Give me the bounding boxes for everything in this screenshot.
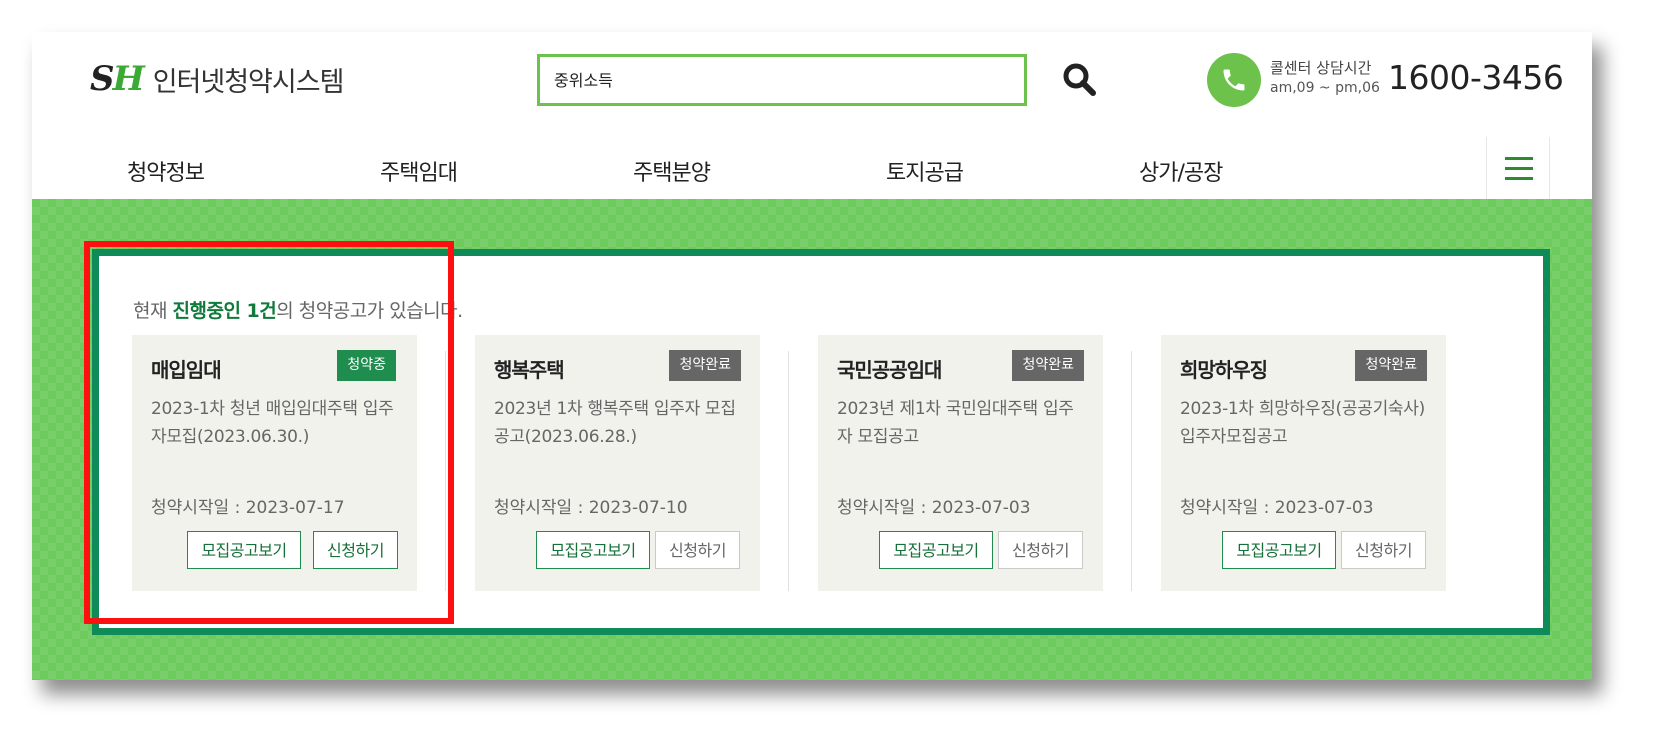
apply-button[interactable]: 신청하기	[655, 531, 740, 569]
search-icon	[1063, 63, 1096, 96]
status-badge: 청약완료	[669, 350, 741, 381]
notice-card: 국민공공임대 청약완료 2023년 제1차 국민임대주택 입주자 모집공고 청약…	[818, 335, 1103, 591]
view-notice-button[interactable]: 모집공고보기	[536, 531, 650, 569]
apply-button[interactable]: 신청하기	[998, 531, 1083, 569]
nav-item-housing-rental[interactable]: 주택임대	[380, 155, 458, 187]
card-divider	[1131, 351, 1132, 591]
view-notice-button[interactable]: 모집공고보기	[1222, 531, 1336, 569]
nav-item-land-supply[interactable]: 토지공급	[886, 155, 964, 187]
card-title: 희망하우징	[1180, 358, 1268, 382]
site-title: 인터넷청약시스템	[152, 66, 345, 98]
search-button[interactable]	[1060, 60, 1100, 100]
status-badge: 청약완료	[1012, 350, 1084, 381]
call-center-number: 1600-3456	[1388, 58, 1564, 97]
card-title: 국민공공임대	[837, 358, 942, 382]
site-header: SH 인터넷청약시스템 콜센터 상담시간 am,09 ~ pm,06 1600-…	[32, 32, 1592, 138]
sh-logo-mark: SH	[90, 59, 145, 99]
view-notice-button[interactable]: 모집공고보기	[879, 531, 993, 569]
call-center-label: 콜센터 상담시간	[1270, 59, 1372, 77]
call-center-hours: am,09 ~ pm,06	[1270, 80, 1380, 96]
card-description[interactable]: 2023년 1차 행복주택 입주자 모집 공고(2023.06.28.)	[494, 395, 744, 451]
logo-letter-s: S	[90, 59, 115, 99]
nav-item-subscription-info[interactable]: 청약정보	[127, 155, 205, 187]
notice-card: 행복주택 청약완료 2023년 1차 행복주택 입주자 모집 공고(2023.0…	[475, 335, 760, 591]
site-logo[interactable]: SH 인터넷청약시스템	[90, 54, 345, 104]
card-start-date: 청약시작일 : 2023-07-03	[837, 498, 1031, 518]
status-badge: 청약완료	[1355, 350, 1427, 381]
card-start-date: 청약시작일 : 2023-07-03	[1180, 498, 1374, 518]
main-nav: 청약정보 주택임대 주택분양 토지공급 상가/공장	[32, 137, 1592, 199]
card-title: 행복주택	[494, 358, 565, 382]
card-description[interactable]: 2023년 제1차 국민임대주택 입주자 모집공고	[837, 395, 1087, 451]
search-input[interactable]	[554, 69, 994, 88]
nav-item-housing-sale[interactable]: 주택분양	[633, 155, 711, 187]
notice-card: 희망하우징 청약완료 2023-1차 희망하우징(공공기숙사) 입주자모집공고 …	[1161, 335, 1446, 591]
card-divider	[788, 351, 789, 591]
search-box	[537, 54, 1027, 106]
apply-button[interactable]: 신청하기	[1341, 531, 1426, 569]
card-description[interactable]: 2023-1차 희망하우징(공공기숙사) 입주자모집공고	[1180, 395, 1430, 451]
highlight-box	[84, 241, 454, 624]
logo-letter-h: H	[112, 59, 145, 99]
phone-icon	[1207, 53, 1261, 107]
nav-item-commercial-factory[interactable]: 상가/공장	[1139, 155, 1223, 187]
card-start-date: 청약시작일 : 2023-07-10	[494, 498, 688, 518]
hamburger-menu-button[interactable]	[1486, 137, 1550, 199]
